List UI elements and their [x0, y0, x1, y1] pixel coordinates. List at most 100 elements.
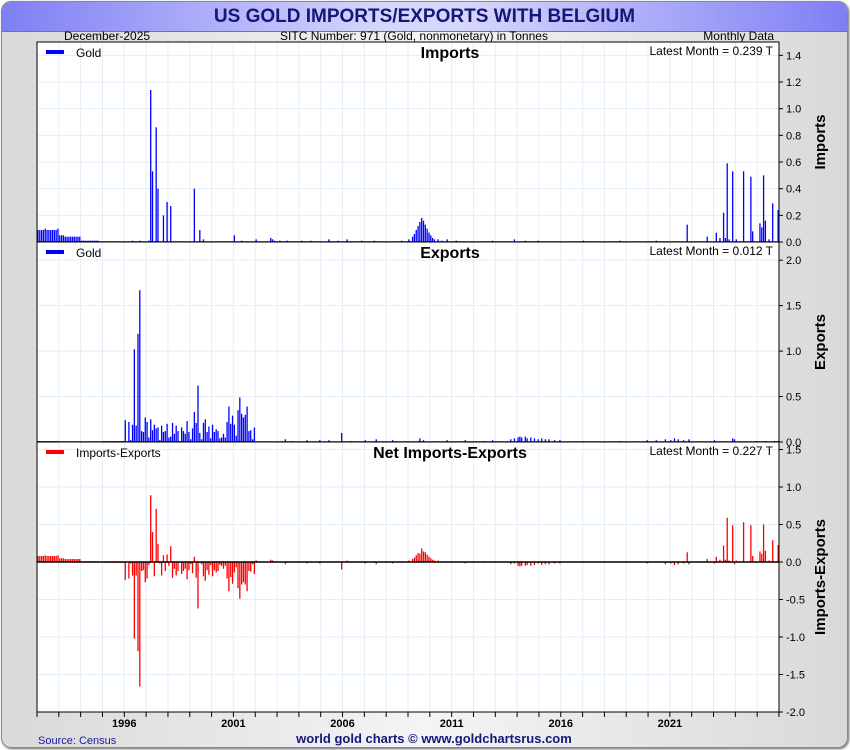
bar-net — [40, 556, 43, 562]
bar-net — [128, 562, 130, 579]
y-tick-label: 1.0 — [786, 104, 801, 116]
bar-imports — [60, 235, 63, 242]
y-tick-label: 1.0 — [786, 482, 801, 494]
legend-label: Imports-Exports — [76, 446, 161, 460]
bar-net — [188, 562, 190, 571]
bar-exports — [217, 431, 219, 442]
bar-imports — [162, 215, 165, 242]
bar-exports — [211, 424, 214, 442]
bar-net — [44, 555, 46, 562]
bar-imports — [193, 188, 196, 242]
bar-imports — [68, 236, 70, 242]
bar-imports — [77, 236, 79, 242]
bar-net — [57, 555, 59, 562]
bar-imports — [53, 230, 55, 242]
bar-exports — [206, 432, 208, 442]
bar-exports — [242, 417, 245, 442]
bar-net — [421, 548, 423, 562]
bar-exports — [182, 431, 185, 442]
bar-exports — [250, 430, 252, 442]
bar-imports — [715, 232, 717, 242]
bar-imports — [44, 228, 46, 242]
panel-title: Imports — [421, 45, 480, 62]
bar-net — [162, 555, 165, 562]
bar-imports — [71, 236, 74, 242]
bar-imports — [199, 230, 201, 242]
bar-net — [231, 562, 234, 584]
bar-exports — [199, 432, 201, 442]
credit-label: world gold charts © www.goldchartsrus.co… — [295, 731, 572, 746]
bar-net — [233, 562, 236, 573]
bar-imports — [426, 228, 428, 242]
bar-exports — [233, 424, 236, 442]
bar-exports — [188, 432, 190, 442]
bar-net — [55, 556, 57, 562]
bar-exports — [184, 433, 186, 442]
x-tick-label: 2001 — [221, 718, 245, 730]
latest-month-annotation: Latest Month = 0.227 T — [649, 444, 773, 458]
bar-imports — [430, 235, 432, 242]
bar-net — [686, 552, 688, 562]
bar-exports — [235, 435, 237, 442]
bar-exports — [341, 432, 343, 442]
bar-imports — [722, 212, 725, 242]
bar-net — [424, 552, 426, 562]
bar-net — [157, 544, 159, 562]
panel-title: Exports — [420, 245, 480, 262]
x-tick-label: 2006 — [330, 718, 354, 730]
bar-exports — [171, 422, 174, 442]
y-tick-label: 0.4 — [786, 184, 801, 196]
bar-net — [177, 562, 179, 571]
y-tick-label: 0.0 — [786, 557, 801, 569]
bar-net — [184, 562, 186, 569]
bar-net — [135, 562, 137, 576]
bar-net — [166, 554, 168, 562]
y-tick-label: 0.8 — [786, 130, 801, 142]
bar-exports — [246, 406, 248, 442]
bar-net — [761, 553, 763, 562]
bar-exports — [204, 419, 206, 442]
legend-swatch — [46, 450, 64, 454]
bar-imports — [424, 224, 426, 242]
legend-label: Gold — [76, 46, 101, 60]
bar-exports — [166, 423, 168, 442]
bar-imports — [742, 171, 745, 242]
bar-net — [415, 555, 417, 562]
legend-label: Gold — [76, 246, 101, 260]
bar-exports — [215, 429, 217, 442]
bar-net — [204, 562, 206, 581]
bar-exports — [135, 425, 137, 442]
bar-net — [237, 562, 239, 589]
bar-net — [213, 562, 216, 571]
bar-net — [246, 562, 248, 592]
bar-exports — [193, 412, 196, 442]
bar-net — [239, 562, 241, 599]
bar-imports — [37, 230, 39, 242]
bar-net — [37, 556, 39, 562]
latest-month-annotation: Latest Month = 0.239 T — [649, 44, 773, 58]
bar-exports — [131, 424, 134, 442]
y-tick-label: 0.5 — [786, 392, 801, 404]
bar-imports — [686, 224, 688, 242]
bar-net — [182, 562, 185, 571]
bar-imports — [66, 236, 68, 242]
bar-net — [726, 517, 728, 562]
bar-net — [173, 562, 176, 569]
bar-exports — [248, 431, 250, 442]
x-tick-label: 1996 — [112, 718, 136, 730]
bar-net — [217, 562, 219, 571]
bar-net — [146, 562, 148, 579]
chart-canvas: December-2025 SITC Number: 971 (Gold, no… — [36, 29, 829, 747]
y-tick-label: 1.5 — [786, 445, 801, 457]
bar-exports — [180, 427, 183, 442]
bar-net — [750, 525, 752, 562]
bar-exports — [237, 410, 239, 442]
bar-imports — [75, 236, 77, 242]
bar-net — [235, 562, 237, 568]
bar-imports — [772, 203, 774, 242]
bar-net — [137, 562, 139, 652]
bar-net — [133, 562, 135, 639]
bar-net — [222, 562, 225, 569]
bar-exports — [162, 432, 165, 442]
y-tick-label: -1.5 — [786, 670, 805, 682]
